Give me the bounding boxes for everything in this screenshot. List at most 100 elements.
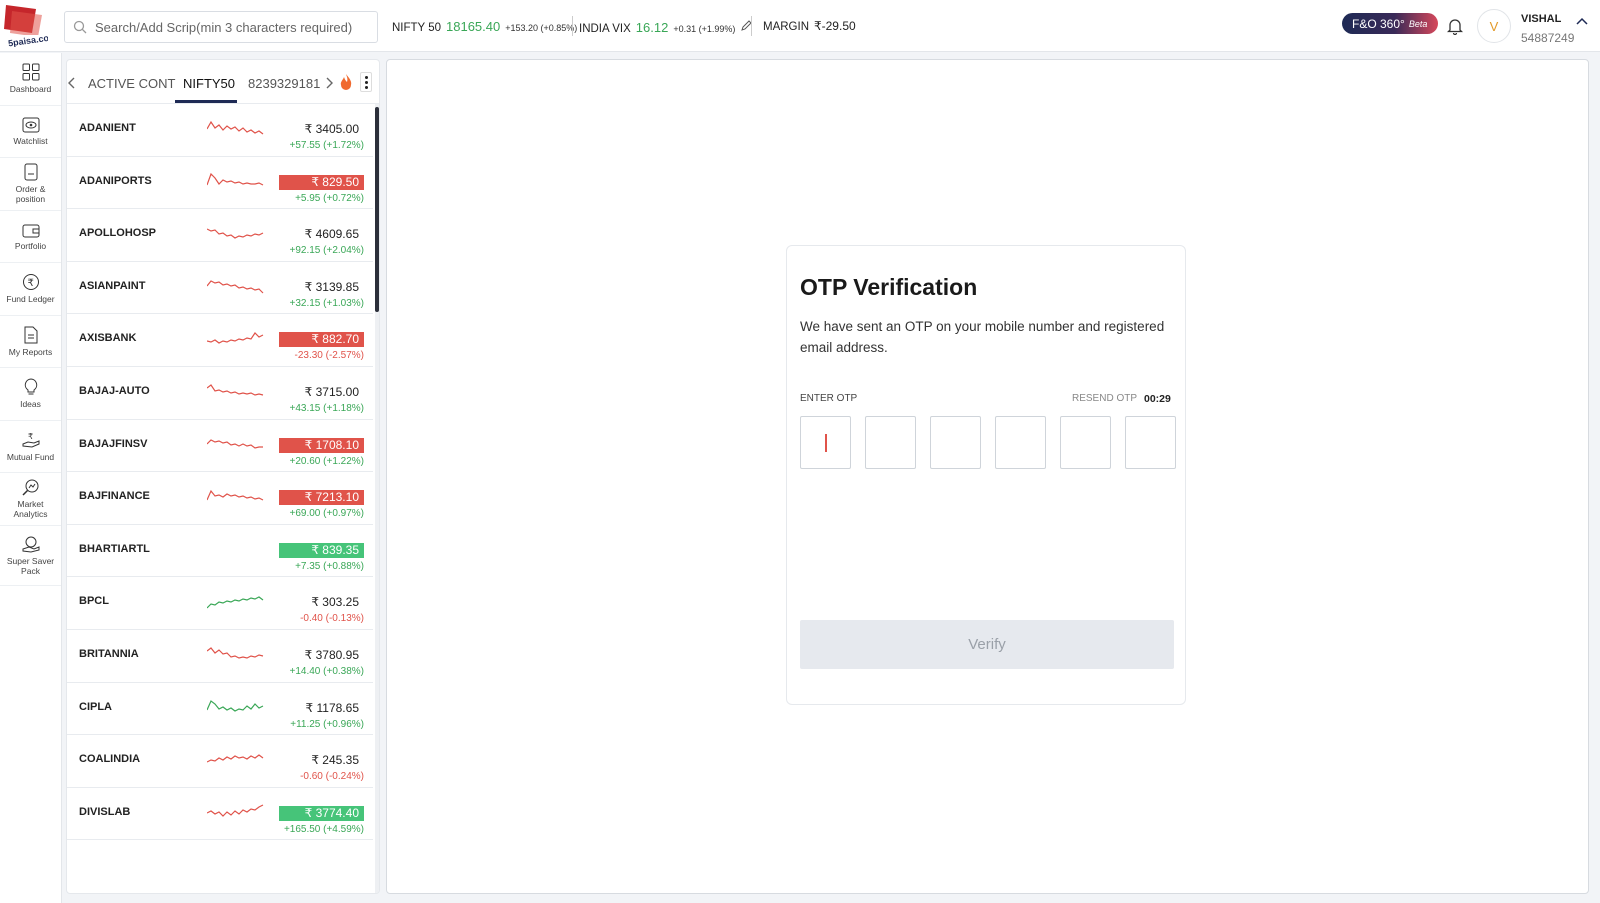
watchlist-row[interactable]: BAJAJFINSV ₹ 1708.10 +20.60 (+1.22%) <box>67 420 373 473</box>
analytics-icon <box>21 479 38 496</box>
watchlist-row[interactable]: ADANIPORTS ₹ 829.50 +5.95 (+0.72%) <box>67 157 373 210</box>
search-input[interactable] <box>95 19 377 35</box>
scrip-symbol: BAJFINANCE <box>79 490 150 503</box>
scrip-change: +11.25 (+0.96%) <box>290 718 364 730</box>
watchlist-row[interactable]: BHARTIARTL ₹ 839.35 +7.35 (+0.88%) <box>67 525 373 578</box>
index-change: +0.31 (+1.99%) <box>673 24 736 34</box>
otp-digit-5[interactable] <box>1060 416 1111 469</box>
nav-label: Fund Ledger <box>6 294 55 305</box>
otp-digit-1[interactable] <box>800 416 851 469</box>
watchlist-row[interactable]: ADANIENT ₹ 3405.00 +57.55 (+1.72%) <box>67 104 373 157</box>
nav-portfolio[interactable]: Portfolio <box>0 211 61 263</box>
avatar[interactable]: V <box>1477 9 1511 43</box>
nifty50-ticker[interactable]: NIFTY 50 18165.40 +153.20 (+0.85%) <box>392 19 577 34</box>
report-icon <box>24 326 37 344</box>
otp-description: We have sent an OTP on your mobile numbe… <box>800 319 1165 355</box>
wallet-icon <box>22 224 39 238</box>
chevron-left-icon[interactable] <box>67 76 77 94</box>
enter-otp-label: ENTER OTP <box>800 393 858 404</box>
chevron-up-icon[interactable] <box>1576 12 1588 30</box>
nav-label: Market Analytics <box>13 499 48 520</box>
scrip-price: ₹ 245.35 <box>311 753 359 768</box>
nav-order-position[interactable]: Order & position <box>0 158 61 211</box>
otp-card: OTP Verification We have sent an OTP on … <box>786 245 1186 705</box>
scrip-price: ₹ 1708.10 <box>279 437 364 453</box>
dashboard-icon <box>22 63 39 81</box>
scrip-price: ₹ 3780.95 <box>304 647 359 662</box>
active-tab-underline <box>175 100 237 103</box>
nav-super-saver-pack[interactable]: Super Saver Pack <box>0 526 61 586</box>
index-value: 16.12 <box>635 20 669 35</box>
resend-otp-link[interactable]: RESEND OTP <box>1072 393 1137 404</box>
scrip-change: +14.40 (+0.38%) <box>289 665 365 677</box>
watchlist-panel: ACTIVE CONT NIFTY50 8239329181 ADANIENT ₹… <box>66 59 380 894</box>
scrip-price: ₹ 4609.65 <box>304 227 359 242</box>
user-name[interactable]: VISHAL <box>1521 13 1561 25</box>
scrip-change: -23.30 (-2.57%) <box>294 350 364 362</box>
scrip-price: ₹ 3715.00 <box>304 384 359 399</box>
nav-mutual-fund[interactable]: ₹ Mutual Fund <box>0 421 61 473</box>
watchlist-row[interactable]: BAJFINANCE ₹ 7213.10 +69.00 (+0.97%) <box>67 472 373 525</box>
watchlist-row[interactable]: ASIANPAINT ₹ 3139.85 +32.15 (+1.03%) <box>67 262 373 315</box>
nav-ideas[interactable]: Ideas <box>0 368 61 421</box>
scrip-change: -0.60 (-0.24%) <box>300 771 364 783</box>
otp-digit-3[interactable] <box>930 416 981 469</box>
text-caret <box>824 433 827 452</box>
scrip-price: ₹ 3139.85 <box>304 279 359 294</box>
svg-text:₹: ₹ <box>27 278 33 289</box>
watchlist-row[interactable]: AXISBANK ₹ 882.70 -23.30 (-2.57%) <box>67 314 373 367</box>
watchlist-row[interactable]: DIVISLAB ₹ 3774.40 +165.50 (+4.59%) <box>67 788 373 841</box>
nav-dashboard[interactable]: Dashboard <box>0 53 61 106</box>
watchlist-tabs: ACTIVE CONT NIFTY50 8239329181 <box>67 60 379 104</box>
search-box[interactable] <box>64 11 378 43</box>
search-icon <box>65 20 95 34</box>
scrip-symbol: BPCL <box>79 595 109 608</box>
scrollbar-thumb[interactable] <box>375 107 379 312</box>
scrip-price: ₹ 3405.00 <box>304 122 359 136</box>
scrip-change: +43.15 (+1.18%) <box>289 402 365 414</box>
side-nav: Dashboard Watchlist Order & position Por… <box>0 53 62 903</box>
scrip-change: +32.15 (+1.03%) <box>289 297 365 309</box>
nav-label: Ideas <box>20 399 41 410</box>
chevron-right-icon[interactable] <box>324 76 334 94</box>
scrip-price: ₹ 829.50 <box>279 174 364 190</box>
nav-label: Super Saver Pack <box>6 555 55 576</box>
svg-text:₹: ₹ <box>28 432 33 441</box>
otp-digit-4[interactable] <box>995 416 1046 469</box>
scrip-price: ₹ 839.35 <box>279 542 364 558</box>
watchlist-row[interactable]: APOLLOHOSP ₹ 4609.65 +92.15 (+2.04%) <box>67 209 373 262</box>
fire-icon[interactable] <box>339 73 353 96</box>
scrip-symbol: ASIANPAINT <box>79 279 146 292</box>
scrip-change: +92.15 (+2.04%) <box>289 245 365 257</box>
nav-watchlist[interactable]: Watchlist <box>0 106 61 158</box>
watchlist-rows: ADANIENT ₹ 3405.00 +57.55 (+1.72%) ADANIPOR… <box>67 104 373 841</box>
watchlist-row[interactable]: COALINDIA ₹ 245.35 -0.60 (-0.24%) <box>67 735 373 788</box>
hand-rupee-icon: ₹ <box>22 432 39 448</box>
fo-360-badge[interactable]: F&O 360° Beta <box>1342 13 1438 34</box>
nav-market-analytics[interactable]: Market Analytics <box>0 473 61 526</box>
india-vix-ticker[interactable]: INDIA VIX 16.12 +0.31 (+1.99%) <box>579 19 753 35</box>
tab-nifty50[interactable]: NIFTY50 <box>183 76 235 91</box>
tab-active-cont[interactable]: ACTIVE CONT <box>88 76 175 91</box>
brand-logo[interactable]: 5paisa.com <box>2 3 57 48</box>
verify-button[interactable]: Verify <box>800 620 1174 669</box>
otp-digit-6[interactable] <box>1125 416 1176 469</box>
margin-label: MARGIN <box>763 21 809 33</box>
otp-digit-2[interactable] <box>865 416 916 469</box>
scrip-change: -0.40 (-0.13%) <box>300 613 364 625</box>
watchlist-row[interactable]: BRITANNIA ₹ 3780.95 +14.40 (+0.38%) <box>67 630 373 683</box>
bell-icon[interactable] <box>1446 17 1464 40</box>
nav-label: Portfolio <box>14 240 47 251</box>
nav-my-reports[interactable]: My Reports <box>0 316 61 368</box>
tab-custom-watchlist[interactable]: 8239329181 <box>248 76 320 91</box>
nav-fund-ledger[interactable]: ₹ Fund Ledger <box>0 263 61 316</box>
fo-360-label: F&O 360° <box>1352 16 1405 31</box>
watchlist-row[interactable]: BAJAJ-AUTO ₹ 3715.00 +43.15 (+1.18%) <box>67 367 373 420</box>
more-vertical-icon[interactable] <box>360 72 372 92</box>
scrip-symbol: BAJAJ-AUTO <box>79 384 150 397</box>
margin-display: MARGIN ₹-29.50 <box>763 19 856 33</box>
watchlist-row[interactable]: BPCL ₹ 303.25 -0.40 (-0.13%) <box>67 577 373 630</box>
nav-label: Mutual Fund <box>6 451 55 462</box>
scrip-symbol: CIPLA <box>79 700 112 713</box>
watchlist-row[interactable]: CIPLA ₹ 1178.65 +11.25 (+0.96%) <box>67 683 373 736</box>
